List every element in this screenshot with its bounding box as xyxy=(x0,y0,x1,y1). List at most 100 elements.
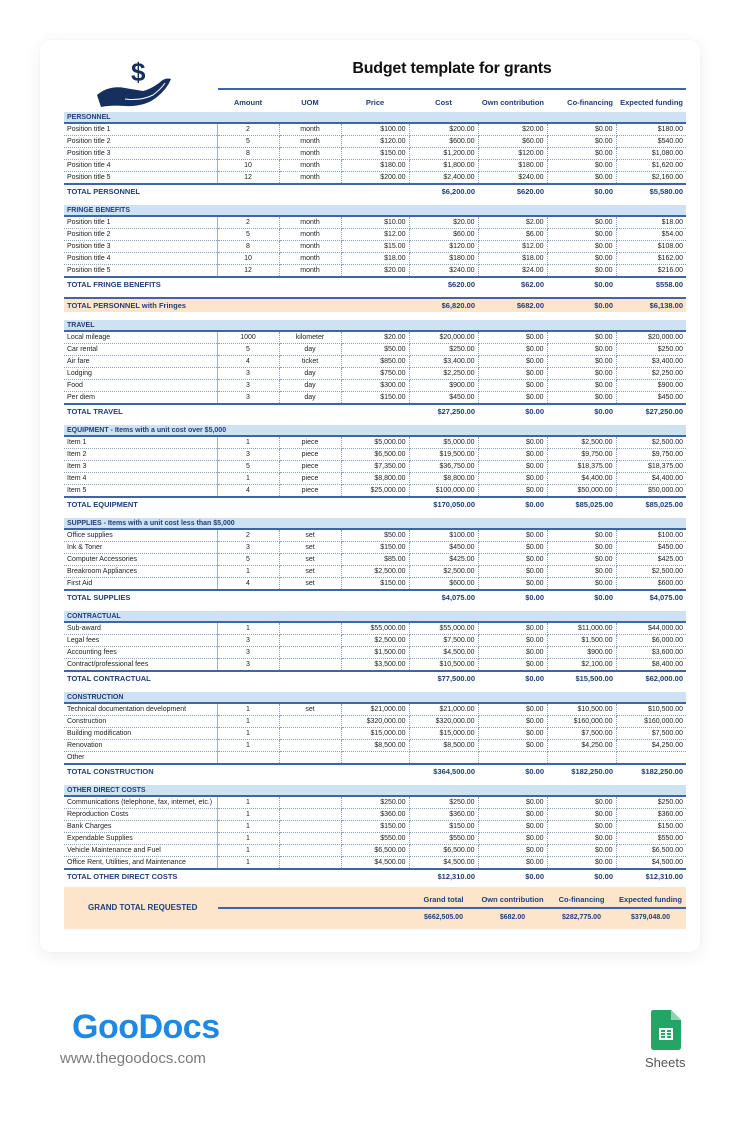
cell-price[interactable]: $50.00 xyxy=(341,343,410,356)
cell-price[interactable]: $12.00 xyxy=(341,228,410,241)
row-label[interactable]: Contract/professional fees xyxy=(64,658,218,672)
row-label[interactable]: Position title 4 xyxy=(64,159,218,172)
cell-uom[interactable]: day xyxy=(279,343,342,356)
cell-expected[interactable]: $1,620.00 xyxy=(616,159,686,172)
cell-cofin[interactable]: $0.00 xyxy=(547,820,617,833)
cell-cost[interactable]: $240.00 xyxy=(409,264,479,278)
cell-own[interactable]: $0.00 xyxy=(478,472,548,485)
cell-expected[interactable]: $20,000.00 xyxy=(616,331,686,344)
cell-amount[interactable]: 8 xyxy=(217,147,280,160)
cell-own[interactable]: $0.00 xyxy=(478,541,548,554)
cell-uom[interactable]: month xyxy=(279,216,342,229)
cell-price[interactable]: $50.00 xyxy=(341,529,410,542)
cell-uom[interactable]: set xyxy=(279,553,342,566)
cell-price[interactable]: $150.00 xyxy=(341,391,410,405)
cell-cost[interactable]: $36,750.00 xyxy=(409,460,479,473)
cell-cost[interactable]: $180.00 xyxy=(409,252,479,265)
cell-cost[interactable]: $250.00 xyxy=(409,796,479,809)
cell-price[interactable]: $320,000.00 xyxy=(341,715,410,728)
cell-uom[interactable] xyxy=(279,715,342,728)
cell-cost[interactable]: $1,200.00 xyxy=(409,147,479,160)
cell-expected[interactable]: $540.00 xyxy=(616,135,686,148)
cell-uom[interactable]: month xyxy=(279,159,342,172)
row-label[interactable]: Item 3 xyxy=(64,460,218,473)
cell-price[interactable]: $250.00 xyxy=(341,796,410,809)
row-label[interactable]: Per diem xyxy=(64,391,218,405)
cell-expected[interactable]: $3,400.00 xyxy=(616,355,686,368)
row-label[interactable]: Construction xyxy=(64,715,218,728)
cell-cofin[interactable]: $0.00 xyxy=(547,379,617,392)
cell-amount[interactable]: 3 xyxy=(217,448,280,461)
cell-cost[interactable]: $120.00 xyxy=(409,240,479,253)
row-label[interactable]: Renovation xyxy=(64,739,218,752)
cell-cofin[interactable]: $4,250.00 xyxy=(547,739,617,752)
cell-expected[interactable]: $425.00 xyxy=(616,553,686,566)
cell-amount[interactable]: 4 xyxy=(217,355,280,368)
cell-amount[interactable]: 1 xyxy=(217,832,280,845)
cell-own[interactable]: $0.00 xyxy=(478,727,548,740)
cell-cofin[interactable]: $0.00 xyxy=(547,331,617,344)
row-label[interactable]: Item 5 xyxy=(64,484,218,498)
cell-cost[interactable]: $7,500.00 xyxy=(409,634,479,647)
cell-cost[interactable]: $360.00 xyxy=(409,808,479,821)
cell-uom[interactable] xyxy=(279,634,342,647)
cell-expected[interactable]: $4,500.00 xyxy=(616,856,686,870)
cell-own[interactable]: $2.00 xyxy=(478,216,548,229)
cell-own[interactable]: $0.00 xyxy=(478,553,548,566)
cell-cost[interactable]: $450.00 xyxy=(409,391,479,405)
cell-expected[interactable]: $550.00 xyxy=(616,832,686,845)
cell-own[interactable]: $0.00 xyxy=(478,367,548,380)
cell-amount[interactable]: 1 xyxy=(217,820,280,833)
cell-expected[interactable]: $250.00 xyxy=(616,343,686,356)
cell-expected[interactable]: $180.00 xyxy=(616,123,686,136)
cell-uom[interactable] xyxy=(279,832,342,845)
cell-amount[interactable]: 5 xyxy=(217,460,280,473)
cell-price[interactable]: $180.00 xyxy=(341,159,410,172)
cell-own[interactable]: $0.00 xyxy=(478,331,548,344)
cell-amount[interactable]: 4 xyxy=(217,484,280,498)
cell-price[interactable]: $8,500.00 xyxy=(341,739,410,752)
cell-price[interactable]: $6,500.00 xyxy=(341,844,410,857)
cell-amount[interactable]: 1 xyxy=(217,856,280,870)
cell-expected[interactable]: $150.00 xyxy=(616,820,686,833)
cell-cost[interactable]: $100.00 xyxy=(409,529,479,542)
cell-amount[interactable]: 5 xyxy=(217,135,280,148)
cell-own[interactable]: $0.00 xyxy=(478,820,548,833)
cell-own[interactable]: $0.00 xyxy=(478,391,548,405)
cell-own[interactable]: $240.00 xyxy=(478,171,548,185)
row-label[interactable]: Position title 1 xyxy=(64,216,218,229)
cell-amount[interactable]: 2 xyxy=(217,216,280,229)
cell-uom[interactable]: month xyxy=(279,228,342,241)
cell-amount[interactable]: 3 xyxy=(217,391,280,405)
cell-own[interactable]: $0.00 xyxy=(478,484,548,498)
cell-cofin[interactable]: $0.00 xyxy=(547,147,617,160)
cell-own[interactable]: $6.00 xyxy=(478,228,548,241)
cell-cost[interactable]: $4,500.00 xyxy=(409,856,479,870)
cell-cofin[interactable]: $0.00 xyxy=(547,159,617,172)
cell-expected[interactable]: $900.00 xyxy=(616,379,686,392)
cell-amount[interactable]: 1 xyxy=(217,739,280,752)
cell-cofin[interactable]: $7,500.00 xyxy=(547,727,617,740)
cell-own[interactable]: $0.00 xyxy=(478,448,548,461)
cell-price[interactable]: $150.00 xyxy=(341,147,410,160)
cell-own[interactable] xyxy=(478,751,548,765)
cell-amount[interactable]: 1 xyxy=(217,472,280,485)
cell-cofin[interactable]: $1,500.00 xyxy=(547,634,617,647)
cell-price[interactable] xyxy=(341,751,410,765)
cell-own[interactable]: $0.00 xyxy=(478,832,548,845)
cell-expected[interactable]: $44,000.00 xyxy=(616,622,686,635)
cell-amount[interactable]: 1 xyxy=(217,703,280,716)
cell-cost[interactable]: $320,000.00 xyxy=(409,715,479,728)
row-label[interactable]: Communications (telephone, fax, internet… xyxy=(64,796,218,809)
cell-price[interactable]: $1,500.00 xyxy=(341,646,410,659)
row-label[interactable]: Local mileage xyxy=(64,331,218,344)
cell-amount[interactable]: 5 xyxy=(217,553,280,566)
cell-cost[interactable]: $5,000.00 xyxy=(409,436,479,449)
cell-cofin[interactable]: $0.00 xyxy=(547,240,617,253)
cell-price[interactable]: $7,350.00 xyxy=(341,460,410,473)
cell-expected[interactable]: $216.00 xyxy=(616,264,686,278)
cell-expected[interactable]: $6,000.00 xyxy=(616,634,686,647)
cell-amount[interactable]: 3 xyxy=(217,367,280,380)
cell-uom[interactable]: piece xyxy=(279,472,342,485)
cell-cost[interactable]: $3,400.00 xyxy=(409,355,479,368)
